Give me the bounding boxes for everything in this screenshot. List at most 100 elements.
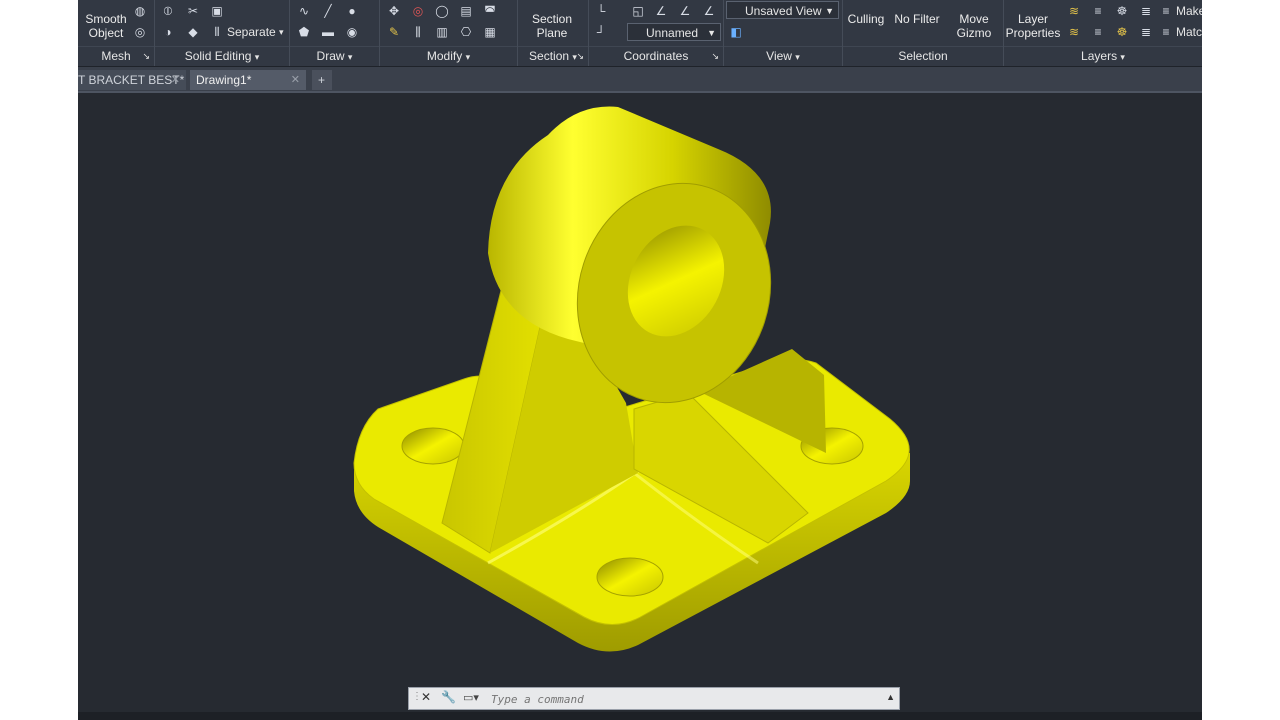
no-filter-button[interactable]: No Filter [891,12,943,26]
draw-panel: ∿ ╱ ● ⬟ ▬ ◉ Draw ▾ [290,0,380,66]
command-prompt-icon[interactable]: ▭▾ [463,691,479,704]
separate-button[interactable]: Separate [227,25,276,39]
copy-icon[interactable]: ▤ [458,3,474,19]
panel-launcher-icon[interactable]: ↘ [711,47,719,65]
base-plate [353,358,910,652]
ribbon: Smooth Object ◍ ◎ Mesh ↘ ⦶ ✂ ▣ ◑ ◆ ⫴ Sep… [78,0,1202,67]
named-view-value: Unsaved View [745,4,822,18]
make-current-button[interactable]: Make [1176,4,1202,18]
view-panel-title[interactable]: View ▾ [724,46,842,65]
panel-launcher-icon[interactable]: ↘ [142,47,150,65]
fillet-edge-icon[interactable]: ◚ [482,3,498,19]
modify-panel: ✥ ◎ ◯ ▤ ◚ ✎ ⫼ ▥ ⎔ ▦ Modify ▾ [380,0,518,66]
move-gizmo-button[interactable]: Move Gizmo [949,12,999,40]
close-icon[interactable]: ✕ [171,70,180,90]
culling-label: Culling [847,12,885,26]
layer-freeze-icon[interactable]: ☸ [1114,3,1130,19]
move-gizmo-label-1: Move [959,12,989,26]
section-plane-label-2: Plane [536,26,568,40]
ucs-y-icon[interactable]: ∠ [677,3,693,19]
visual-style-icon[interactable]: ◧ [728,24,744,40]
selection-panel: Culling No Filter Move Gizmo Selection [843,0,1004,66]
panel-launcher-icon[interactable]: ↘ [576,47,584,65]
modify-title-text: Modify [426,49,463,63]
layer-thaw-icon[interactable]: ☸ [1114,24,1130,40]
ucs-icon[interactable]: └ [593,3,609,19]
ucs-z-icon[interactable]: ∠ [701,3,717,19]
command-input[interactable] [489,690,873,709]
modify-panel-title[interactable]: Modify ▾ [380,46,517,65]
layer-off-icon[interactable]: ≋ [1066,3,1082,19]
culling-button[interactable]: Culling [843,12,889,26]
ucs-face-icon[interactable]: ◱ [630,3,646,19]
layer-properties-label-1: Layer [1017,12,1049,26]
panel-dropdown-icon: ▾ [254,52,260,62]
named-view-dropdown[interactable]: Unsaved View ▼ [726,1,839,19]
draw-panel-title[interactable]: Draw ▾ [290,46,379,65]
rectangle-icon[interactable]: ▬ [320,24,336,40]
circle-icon[interactable]: ● [344,3,360,19]
make-current-icon[interactable]: ≡ [1158,3,1174,19]
separate-icon[interactable]: ⫴ [209,24,225,40]
move-icon[interactable]: ✥ [386,3,402,19]
view-title-text: View [766,49,792,63]
layers-panel-title[interactable]: Layers ▾ [1004,46,1202,65]
stretch-icon[interactable]: ▥ [434,24,450,40]
chevron-down-icon: ▼ [707,28,716,38]
close-icon[interactable]: ✕ [421,690,431,704]
3d-rotate-icon[interactable]: ◎ [410,3,426,19]
line-icon[interactable]: ╱ [320,3,336,19]
extract-edges-icon[interactable]: ▣ [209,3,225,19]
ucs-dropdown-value: Unnamed [646,26,699,40]
smooth-object-button[interactable]: Smooth Object [80,12,132,40]
drawing-viewport[interactable] [78,93,1202,720]
new-tab-button[interactable]: + [312,70,332,90]
union-icon[interactable]: ⦶ [160,3,176,19]
smooth-less-icon[interactable]: ◎ [132,24,148,40]
layer-on-icon[interactable]: ≋ [1066,24,1082,40]
ucs-origin-icon[interactable]: ┘ [593,24,609,40]
layer-unlock-icon[interactable]: ≣ [1138,24,1154,40]
file-tab[interactable]: T BRACKET BEST* ✕ [78,70,186,90]
layer-isolate-icon[interactable]: ≡ [1090,3,1106,19]
close-icon[interactable]: ✕ [291,70,300,90]
section-plane-button[interactable]: Section Plane [522,12,582,40]
layer-properties-button[interactable]: Layer Properties [1004,12,1062,40]
ellipse-icon[interactable]: ◉ [344,24,360,40]
wrench-icon[interactable]: 🔧 [441,690,456,704]
move-gizmo-label-2: Gizmo [956,26,992,40]
subtract-icon[interactable]: ◑ [160,24,176,40]
solid-editing-panel: ⦶ ✂ ▣ ◑ ◆ ⫴ Separate ▾ Solid Editing ▾ [155,0,290,66]
layer-unisolate-icon[interactable]: ≡ [1090,24,1106,40]
solid-editing-panel-title[interactable]: Solid Editing ▾ [155,46,289,65]
slice-icon[interactable]: ✂ [185,3,201,19]
autocad-window: Smooth Object ◍ ◎ Mesh ↘ ⦶ ✂ ▣ ◑ ◆ ⫴ Sep… [78,0,1202,720]
mirror-icon[interactable]: ⫼ [410,24,426,40]
spline-icon[interactable]: ∿ [296,3,312,19]
ucs-x-icon[interactable]: ∠ [653,3,669,19]
smooth-more-icon[interactable]: ◍ [132,3,148,19]
separate-dropdown-icon[interactable]: ▾ [279,27,284,38]
imprint-icon[interactable]: ◆ [185,24,201,40]
align-icon[interactable]: ⎔ [458,24,474,40]
mesh-panel-title[interactable]: Mesh ↘ [78,46,154,65]
match-layer-button[interactable]: Matc [1176,25,1202,39]
plus-icon: + [318,73,326,87]
mesh-panel-title-text: Mesh [101,49,131,63]
trim-icon[interactable]: ✎ [386,24,402,40]
ucs-dropdown[interactable]: Unnamed ▼ [627,23,721,41]
smooth-object-label-2: Object [88,26,124,40]
file-tab-active[interactable]: Drawing1* ✕ [190,70,306,90]
layer-lock-icon[interactable]: ≣ [1138,3,1154,19]
polygon-icon[interactable]: ⬟ [296,24,312,40]
array-icon[interactable]: ▦ [482,24,498,40]
match-layer-icon[interactable]: ≡ [1158,24,1174,40]
section-panel-title[interactable]: Section ▾ ↘ [518,46,588,65]
file-tab-label: T BRACKET BEST* [78,73,185,87]
selection-panel-title: Selection [843,46,1003,65]
rotate-icon[interactable]: ◯ [434,3,450,19]
chevron-down-icon: ▼ [825,6,834,16]
chevron-up-icon[interactable]: ▲ [886,692,895,702]
file-tab-bar: T BRACKET BEST* ✕ Drawing1* ✕ + [78,67,1202,93]
coordinates-panel-title[interactable]: Coordinates ↘ [589,46,723,65]
